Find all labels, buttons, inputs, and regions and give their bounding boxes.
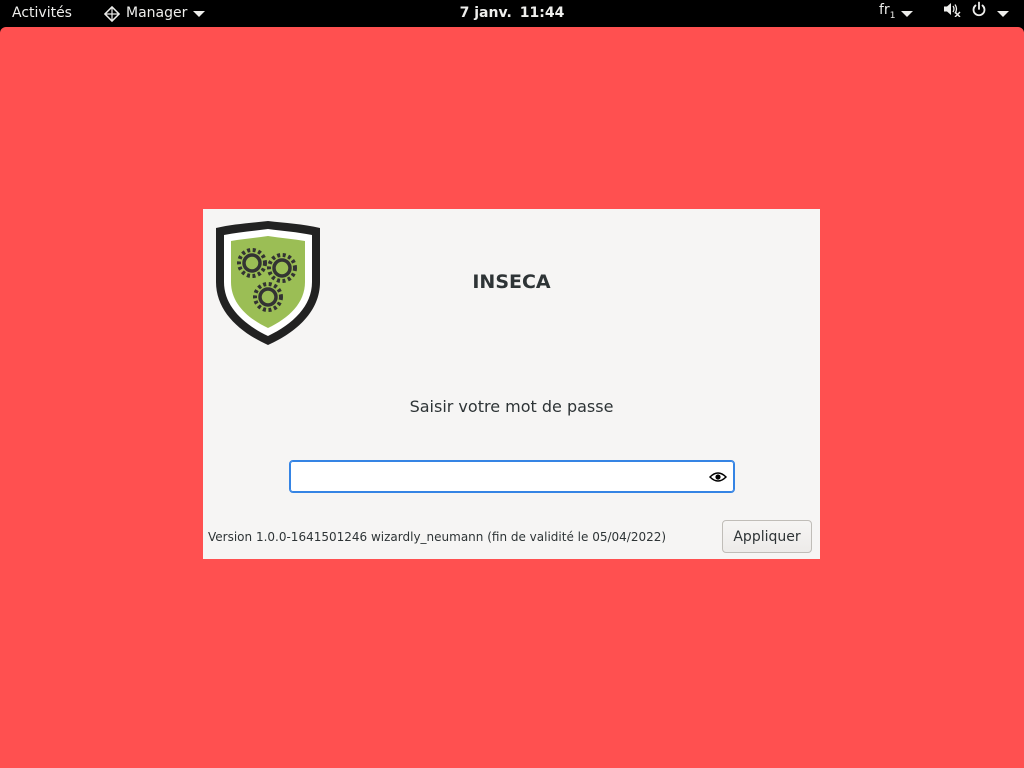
keyboard-layout-indicator: fr1 (879, 0, 895, 30)
keyboard-layout-label: fr (879, 2, 890, 19)
keyboard-layout-menu[interactable]: fr1 (879, 0, 914, 30)
app-menu-label: Manager (126, 5, 188, 21)
password-dialog: INSECA Saisir votre mot de passe Version… (203, 209, 820, 559)
eye-icon[interactable] (708, 469, 728, 483)
speaker-muted-icon (943, 0, 961, 27)
chevron-down-icon (901, 10, 914, 17)
chevron-down-icon (193, 10, 206, 17)
top-bar: Activités Manager 7 janv. 11:44 fr1 (0, 0, 1024, 27)
activities-button[interactable]: Activités (12, 0, 72, 27)
clock-time[interactable]: 11:44 (520, 5, 565, 21)
keyboard-layout-sub: 1 (889, 10, 896, 21)
power-icon (971, 0, 987, 27)
chevron-down-icon (997, 10, 1009, 17)
password-field[interactable] (289, 460, 735, 493)
password-prompt-label: Saisir votre mot de passe (409, 397, 614, 416)
app-menu-diamond-icon (104, 5, 120, 22)
system-menu[interactable] (943, 0, 1009, 27)
app-menu-button[interactable]: Manager (104, 0, 206, 27)
apply-button[interactable]: Appliquer (722, 520, 812, 553)
version-label: Version 1.0.0-1641501246 wizardly_neuman… (208, 530, 667, 544)
password-input[interactable] (298, 461, 698, 492)
clock-date[interactable]: 7 janv. (460, 5, 512, 21)
dialog-title: INSECA (472, 271, 551, 293)
